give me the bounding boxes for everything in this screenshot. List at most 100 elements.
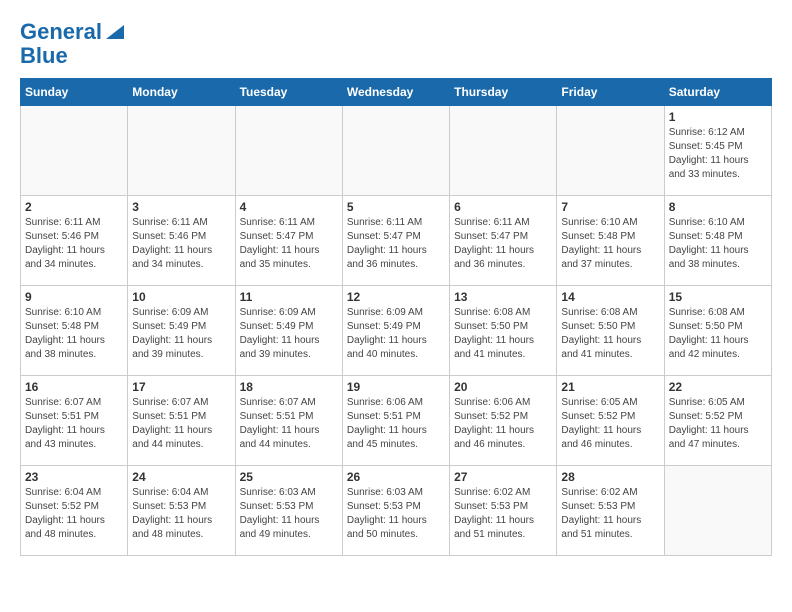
weekday-header-saturday: Saturday (664, 79, 771, 106)
logo: General Blue (20, 20, 124, 68)
day-number: 10 (132, 290, 230, 304)
day-detail: Sunrise: 6:08 AM Sunset: 5:50 PM Dayligh… (561, 306, 659, 362)
calendar-cell: 20 Sunrise: 6:06 AM Sunset: 5:52 PM Dayli… (450, 376, 557, 466)
day-detail: Sunrise: 6:06 AM Sunset: 5:52 PM Dayligh… (454, 396, 552, 452)
calendar-cell: 12 Sunrise: 6:09 AM Sunset: 5:49 PM Dayli… (342, 286, 449, 376)
calendar-cell: 6 Sunrise: 6:11 AM Sunset: 5:47 PM Daylig… (450, 196, 557, 286)
day-detail: Sunrise: 6:05 AM Sunset: 5:52 PM Dayligh… (669, 396, 767, 452)
calendar-cell: 21 Sunrise: 6:05 AM Sunset: 5:52 PM Dayli… (557, 376, 664, 466)
day-number: 2 (25, 200, 123, 214)
day-number: 19 (347, 380, 445, 394)
calendar-cell (450, 106, 557, 196)
day-number: 20 (454, 380, 552, 394)
day-detail: Sunrise: 6:10 AM Sunset: 5:48 PM Dayligh… (561, 216, 659, 272)
day-number: 5 (347, 200, 445, 214)
day-number: 22 (669, 380, 767, 394)
day-detail: Sunrise: 6:11 AM Sunset: 5:47 PM Dayligh… (240, 216, 338, 272)
day-number: 27 (454, 470, 552, 484)
day-number: 4 (240, 200, 338, 214)
day-number: 13 (454, 290, 552, 304)
day-detail: Sunrise: 6:07 AM Sunset: 5:51 PM Dayligh… (132, 396, 230, 452)
day-detail: Sunrise: 6:02 AM Sunset: 5:53 PM Dayligh… (454, 486, 552, 542)
day-number: 7 (561, 200, 659, 214)
weekday-header-sunday: Sunday (21, 79, 128, 106)
day-detail: Sunrise: 6:11 AM Sunset: 5:47 PM Dayligh… (454, 216, 552, 272)
day-number: 11 (240, 290, 338, 304)
logo-blue-text: Blue (20, 44, 68, 68)
day-detail: Sunrise: 6:11 AM Sunset: 5:46 PM Dayligh… (132, 216, 230, 272)
calendar-cell: 17 Sunrise: 6:07 AM Sunset: 5:51 PM Dayli… (128, 376, 235, 466)
calendar-cell (557, 106, 664, 196)
calendar-table: SundayMondayTuesdayWednesdayThursdayFrid… (20, 78, 772, 556)
weekday-header-tuesday: Tuesday (235, 79, 342, 106)
calendar-cell (235, 106, 342, 196)
calendar-cell: 18 Sunrise: 6:07 AM Sunset: 5:51 PM Dayli… (235, 376, 342, 466)
calendar-cell: 22 Sunrise: 6:05 AM Sunset: 5:52 PM Dayli… (664, 376, 771, 466)
day-detail: Sunrise: 6:08 AM Sunset: 5:50 PM Dayligh… (669, 306, 767, 362)
weekday-header-friday: Friday (557, 79, 664, 106)
day-number: 24 (132, 470, 230, 484)
calendar-cell: 7 Sunrise: 6:10 AM Sunset: 5:48 PM Daylig… (557, 196, 664, 286)
calendar-cell: 10 Sunrise: 6:09 AM Sunset: 5:49 PM Dayli… (128, 286, 235, 376)
calendar-cell (664, 466, 771, 556)
calendar-cell (342, 106, 449, 196)
day-number: 14 (561, 290, 659, 304)
calendar-cell: 27 Sunrise: 6:02 AM Sunset: 5:53 PM Dayli… (450, 466, 557, 556)
calendar-cell: 28 Sunrise: 6:02 AM Sunset: 5:53 PM Dayli… (557, 466, 664, 556)
calendar-cell: 15 Sunrise: 6:08 AM Sunset: 5:50 PM Dayli… (664, 286, 771, 376)
day-detail: Sunrise: 6:07 AM Sunset: 5:51 PM Dayligh… (240, 396, 338, 452)
day-number: 18 (240, 380, 338, 394)
calendar-cell: 8 Sunrise: 6:10 AM Sunset: 5:48 PM Daylig… (664, 196, 771, 286)
day-detail: Sunrise: 6:09 AM Sunset: 5:49 PM Dayligh… (132, 306, 230, 362)
calendar-cell: 26 Sunrise: 6:03 AM Sunset: 5:53 PM Dayli… (342, 466, 449, 556)
calendar-cell: 9 Sunrise: 6:10 AM Sunset: 5:48 PM Daylig… (21, 286, 128, 376)
calendar-cell: 19 Sunrise: 6:06 AM Sunset: 5:51 PM Dayli… (342, 376, 449, 466)
day-detail: Sunrise: 6:02 AM Sunset: 5:53 PM Dayligh… (561, 486, 659, 542)
page-header: General Blue (20, 20, 772, 68)
calendar-cell: 3 Sunrise: 6:11 AM Sunset: 5:46 PM Daylig… (128, 196, 235, 286)
calendar-cell: 25 Sunrise: 6:03 AM Sunset: 5:53 PM Dayli… (235, 466, 342, 556)
calendar-cell (21, 106, 128, 196)
day-number: 8 (669, 200, 767, 214)
day-number: 3 (132, 200, 230, 214)
day-number: 16 (25, 380, 123, 394)
calendar-cell: 23 Sunrise: 6:04 AM Sunset: 5:52 PM Dayli… (21, 466, 128, 556)
day-number: 6 (454, 200, 552, 214)
day-detail: Sunrise: 6:03 AM Sunset: 5:53 PM Dayligh… (240, 486, 338, 542)
logo-text: General (20, 20, 102, 44)
day-detail: Sunrise: 6:09 AM Sunset: 5:49 PM Dayligh… (347, 306, 445, 362)
calendar-cell: 4 Sunrise: 6:11 AM Sunset: 5:47 PM Daylig… (235, 196, 342, 286)
day-number: 12 (347, 290, 445, 304)
day-number: 15 (669, 290, 767, 304)
day-detail: Sunrise: 6:05 AM Sunset: 5:52 PM Dayligh… (561, 396, 659, 452)
day-number: 26 (347, 470, 445, 484)
calendar-cell: 11 Sunrise: 6:09 AM Sunset: 5:49 PM Dayli… (235, 286, 342, 376)
day-detail: Sunrise: 6:10 AM Sunset: 5:48 PM Dayligh… (25, 306, 123, 362)
day-detail: Sunrise: 6:12 AM Sunset: 5:45 PM Dayligh… (669, 126, 767, 182)
calendar-cell: 5Sunrise: 6:11 AM Sunset: 5:47 PM Daylig… (342, 196, 449, 286)
weekday-header-wednesday: Wednesday (342, 79, 449, 106)
day-number: 9 (25, 290, 123, 304)
day-number: 21 (561, 380, 659, 394)
day-detail: Sunrise: 6:10 AM Sunset: 5:48 PM Dayligh… (669, 216, 767, 272)
calendar-cell: 16Sunrise: 6:07 AM Sunset: 5:51 PM Dayli… (21, 376, 128, 466)
day-detail: Sunrise: 6:11 AM Sunset: 5:46 PM Dayligh… (25, 216, 123, 272)
day-detail: Sunrise: 6:04 AM Sunset: 5:53 PM Dayligh… (132, 486, 230, 542)
day-detail: Sunrise: 6:08 AM Sunset: 5:50 PM Dayligh… (454, 306, 552, 362)
weekday-header-monday: Monday (128, 79, 235, 106)
day-detail: Sunrise: 6:03 AM Sunset: 5:53 PM Dayligh… (347, 486, 445, 542)
day-detail: Sunrise: 6:06 AM Sunset: 5:51 PM Dayligh… (347, 396, 445, 452)
calendar-cell: 1Sunrise: 6:12 AM Sunset: 5:45 PM Daylig… (664, 106, 771, 196)
logo-icon (106, 21, 124, 39)
day-detail: Sunrise: 6:09 AM Sunset: 5:49 PM Dayligh… (240, 306, 338, 362)
day-detail: Sunrise: 6:04 AM Sunset: 5:52 PM Dayligh… (25, 486, 123, 542)
calendar-cell: 14 Sunrise: 6:08 AM Sunset: 5:50 PM Dayli… (557, 286, 664, 376)
weekday-header-thursday: Thursday (450, 79, 557, 106)
day-number: 28 (561, 470, 659, 484)
day-number: 17 (132, 380, 230, 394)
day-number: 25 (240, 470, 338, 484)
day-number: 23 (25, 470, 123, 484)
calendar-cell: 24 Sunrise: 6:04 AM Sunset: 5:53 PM Dayli… (128, 466, 235, 556)
calendar-cell: 13 Sunrise: 6:08 AM Sunset: 5:50 PM Dayli… (450, 286, 557, 376)
calendar-cell: 2 Sunrise: 6:11 AM Sunset: 5:46 PM Daylig… (21, 196, 128, 286)
